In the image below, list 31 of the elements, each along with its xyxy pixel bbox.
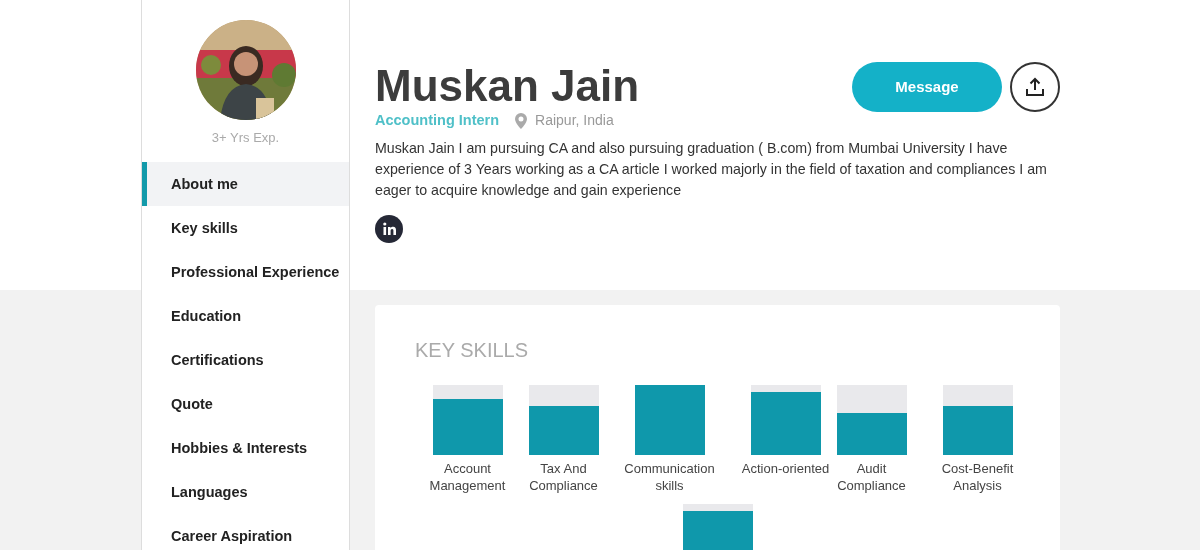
linkedin-icon[interactable] xyxy=(375,214,403,243)
skill-meter xyxy=(528,385,599,455)
sidebar-item[interactable]: Hobbies & Interests xyxy=(142,425,349,470)
skill-label: Action-oriented xyxy=(740,460,831,477)
sidebar-item[interactable]: About me xyxy=(142,161,349,206)
sidebar-item[interactable]: Professional Experience xyxy=(142,249,349,294)
location-text: Raipur, India xyxy=(535,111,614,131)
location-pin-icon xyxy=(515,112,528,129)
skill-meter xyxy=(836,385,907,455)
skill-meter xyxy=(432,385,503,455)
sidebar-item[interactable]: Key skills xyxy=(142,205,349,250)
profile-name: Muskan Jain xyxy=(375,60,641,112)
sidebar-item[interactable]: Quote xyxy=(142,381,349,426)
skill-meter xyxy=(750,385,821,455)
skill-label: Cost-Benefit Analysis xyxy=(940,460,1015,494)
skill-label: Account Management xyxy=(428,460,507,494)
share-icon xyxy=(1025,77,1045,97)
experience-label: 3+ Yrs Exp. xyxy=(210,129,281,147)
skill-meter xyxy=(942,385,1013,455)
sidebar-item[interactable]: Career Aspiration xyxy=(142,513,349,550)
skill-label: Audit Compliance xyxy=(836,460,907,494)
sidebar-item[interactable]: Education xyxy=(142,293,349,338)
skill-label: Tax And Compliance xyxy=(528,460,599,494)
share-button[interactable] xyxy=(1010,62,1060,112)
skill-label: Communication skills xyxy=(623,460,716,494)
job-title: Accounting Intern xyxy=(375,111,500,130)
sidebar-item[interactable]: Certifications xyxy=(142,337,349,382)
skill-meter xyxy=(634,385,705,455)
section-title: KEY SKILLS xyxy=(415,338,530,363)
bio-text: Muskan Jain I am pursuing CA and also pursuing graduation ( B.com) from Mumbai University I have experience of 3 Years working as a CA article I worked majorly in the field of taxation and compliances I am eager to acquire knowledge and gain experience xyxy=(375,138,1048,200)
sidebar-item[interactable]: Languages xyxy=(142,469,349,514)
